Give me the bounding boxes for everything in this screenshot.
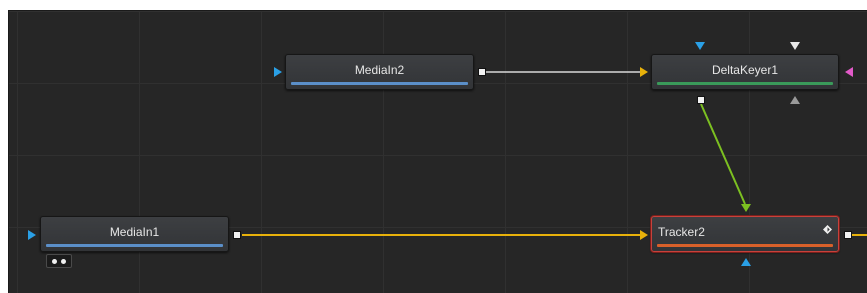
deltakeyer1-input-arrow[interactable] (640, 67, 648, 77)
node-editor-canvas[interactable]: MediaIn2 DeltaKeyer1 MediaIn1 Tracker2 (0, 0, 867, 293)
tracker2-top-input-green[interactable] (741, 204, 751, 212)
tracker2-input-arrow[interactable] (640, 230, 648, 240)
deltakeyer1-bottom-input-gray[interactable] (790, 96, 800, 104)
node-mediain2-underline (291, 82, 468, 85)
mediain2-output-port[interactable] (478, 68, 486, 76)
mediain2-input-arrow[interactable] (274, 67, 282, 77)
view-indicator-pip-2 (61, 259, 66, 264)
tracker2-output-port[interactable] (844, 231, 852, 239)
node-mediain1[interactable]: MediaIn1 (40, 216, 229, 252)
node-mediain1-underline (46, 244, 223, 247)
deltakeyer1-top-input-blue[interactable] (695, 42, 705, 50)
node-mediain1-label: MediaIn1 (109, 225, 160, 239)
node-deltakeyer1[interactable]: DeltaKeyer1 (651, 54, 839, 90)
node-mediain2[interactable]: MediaIn2 (285, 54, 474, 90)
node-tracker2-underline (657, 244, 833, 247)
deltakeyer1-side-input-magenta[interactable] (845, 67, 853, 77)
node-deltakeyer1-label: DeltaKeyer1 (711, 63, 779, 77)
tracker2-bottom-input-blue[interactable] (741, 258, 751, 266)
deltakeyer1-top-input-white[interactable] (790, 42, 800, 50)
node-mediain2-label: MediaIn2 (354, 63, 405, 77)
deltakeyer1-output-port[interactable] (697, 96, 705, 104)
keyframe-diamond-icon (823, 225, 832, 234)
mediain1-input-arrow[interactable] (28, 230, 36, 240)
mediain1-output-port[interactable] (233, 231, 241, 239)
node-tracker2[interactable]: Tracker2 (651, 216, 839, 252)
view-indicator-icon[interactable] (46, 254, 72, 268)
view-indicator-pip-1 (52, 259, 57, 264)
node-deltakeyer1-underline (657, 82, 833, 85)
node-tracker2-label: Tracker2 (658, 225, 705, 239)
